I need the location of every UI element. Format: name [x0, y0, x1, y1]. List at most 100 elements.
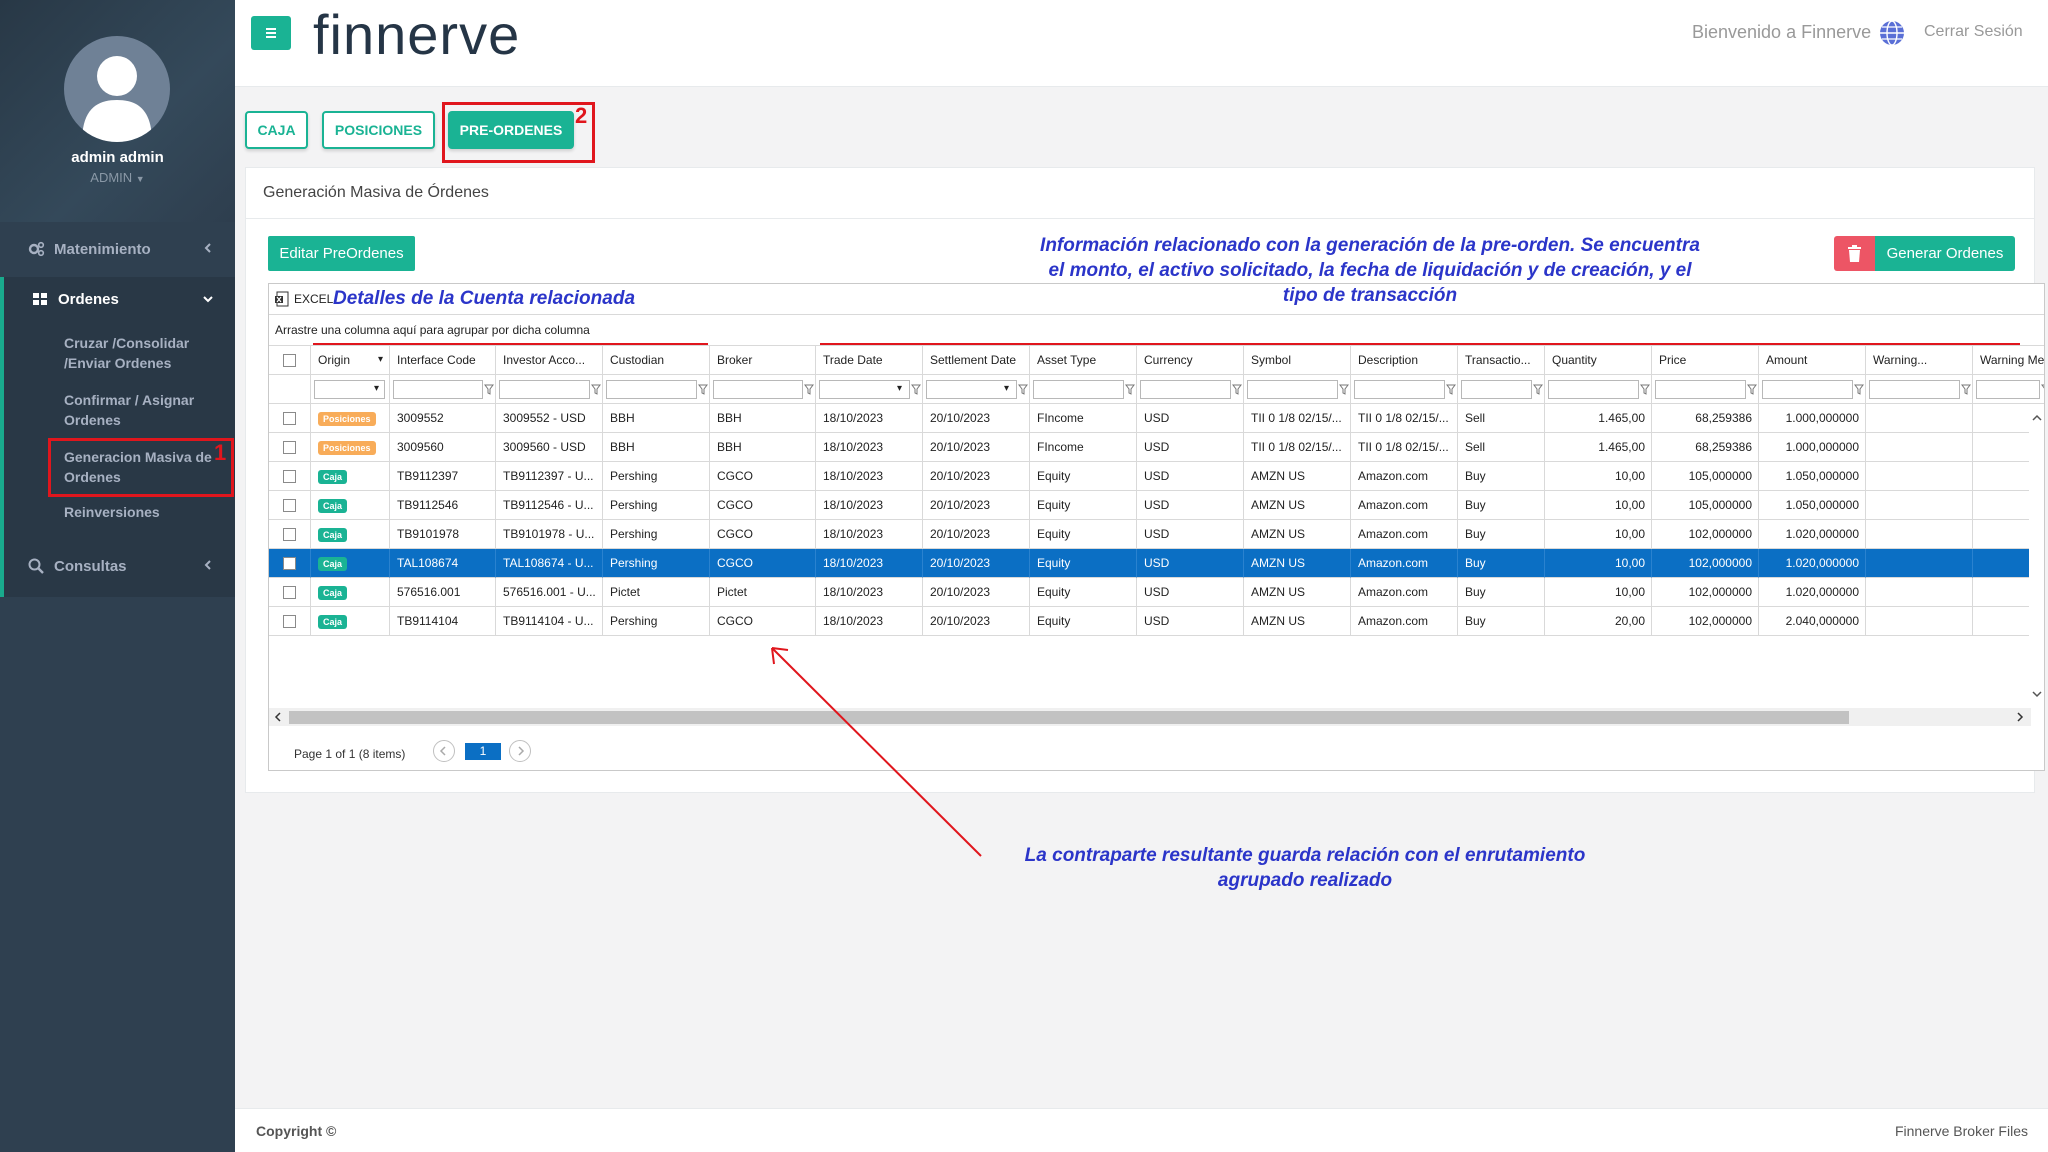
globe-icon[interactable]: [1878, 19, 1906, 47]
row-checkbox[interactable]: [283, 586, 296, 599]
column-filter-input[interactable]: [1655, 380, 1746, 399]
column-header[interactable]: Custodian: [603, 346, 710, 375]
cell-value: BBH: [717, 440, 742, 454]
grid-icon: [33, 293, 47, 305]
next-page-button[interactable]: [509, 740, 531, 762]
row-checkbox[interactable]: [283, 441, 296, 454]
column-filter-input[interactable]: [1762, 380, 1853, 399]
column-header[interactable]: Broker: [710, 346, 816, 375]
table-row[interactable]: Caja 576516.001 576516.001 - U... Pictet Pic…: [269, 578, 2044, 607]
table-row[interactable]: Caja TB9112397 TB9112397 - U... Pershing CGC…: [269, 462, 2044, 491]
table-row[interactable]: Caja TB9101978 TB9101978 - U... Pershing CGC…: [269, 520, 2044, 549]
filter-funnel-icon[interactable]: [911, 384, 921, 395]
cell-value: Equity: [1037, 469, 1071, 483]
filter-funnel-icon[interactable]: [1446, 384, 1456, 395]
filter-funnel-icon[interactable]: [1339, 384, 1349, 395]
sidebar-subitem-reinversiones[interactable]: Reinversiones: [64, 502, 224, 522]
column-header[interactable]: Trade Date: [816, 346, 923, 375]
column-filter-input[interactable]: [606, 380, 697, 399]
column-filter-input[interactable]: [713, 380, 803, 399]
cell-value: 3009560 - USD: [503, 440, 586, 454]
row-checkbox[interactable]: [283, 499, 296, 512]
row-checkbox[interactable]: [283, 528, 296, 541]
filter-funnel-icon[interactable]: [591, 384, 601, 395]
column-header[interactable]: Amount: [1759, 346, 1866, 375]
grid-cell-qty: 10,00: [1545, 549, 1652, 578]
column-header[interactable]: Warning Mess: [1973, 346, 2044, 375]
group-by-panel[interactable]: Arrastre una columna aquí para agrupar p…: [269, 314, 2044, 346]
filter-funnel-icon[interactable]: [1018, 384, 1028, 395]
column-header[interactable]: Transactio...: [1458, 346, 1545, 375]
column-filter-input[interactable]: [1033, 380, 1124, 399]
filter-funnel-icon[interactable]: [484, 384, 494, 395]
table-row[interactable]: Caja TAL108674 TAL108674 - U... Pershing CGC…: [269, 549, 2044, 578]
column-filter-input[interactable]: [1976, 380, 2040, 399]
delete-button[interactable]: [1834, 236, 1875, 271]
grid-cell-currency: USD: [1137, 462, 1244, 491]
filter-funnel-icon[interactable]: [1747, 384, 1757, 395]
column-header[interactable]: Description: [1351, 346, 1458, 375]
column-header[interactable]: Currency: [1137, 346, 1244, 375]
select-all-checkbox[interactable]: [283, 354, 296, 367]
grid-cell-interface: TB9112397: [390, 462, 496, 491]
column-header[interactable]: Symbol: [1244, 346, 1351, 375]
cell-value: TII 0 1/8 02/15/...: [1358, 411, 1449, 425]
table-row[interactable]: Caja TB9114104 TB9114104 - U... Pershing CGC…: [269, 607, 2044, 636]
user-role-dropdown[interactable]: ADMIN ▼: [0, 170, 235, 185]
sidebar-item-consultas[interactable]: Consultas: [0, 546, 235, 586]
filter-funnel-icon[interactable]: [1533, 384, 1543, 395]
column-filter-input[interactable]: [393, 380, 483, 399]
horizontal-scrollbar[interactable]: [269, 708, 2031, 726]
generate-orders-button[interactable]: Generar Ordenes: [1875, 236, 2015, 271]
column-header[interactable]: Warning...: [1866, 346, 1973, 375]
row-checkbox[interactable]: [283, 557, 296, 570]
column-header[interactable]: Interface Code: [390, 346, 496, 375]
filter-funnel-icon[interactable]: [1961, 384, 1971, 395]
row-checkbox[interactable]: [283, 615, 296, 628]
horizontal-scroll-thumb[interactable]: [289, 711, 1849, 724]
user-avatar[interactable]: [64, 36, 170, 142]
column-filter-input[interactable]: [1548, 380, 1639, 399]
filter-funnel-icon[interactable]: [804, 384, 814, 395]
table-row[interactable]: Posiciones 3009560 3009560 - USD BBH BBH 18/1…: [269, 433, 2044, 462]
filter-funnel-icon[interactable]: [698, 384, 708, 395]
column-filter-input[interactable]: [499, 380, 590, 399]
tab-posiciones[interactable]: POSICIONES: [322, 111, 435, 149]
menu-toggle-button[interactable]: [251, 16, 291, 50]
vertical-scrollbar[interactable]: [2029, 404, 2044, 708]
column-header-label: Description: [1358, 353, 1419, 367]
column-header-label: Custodian: [610, 353, 665, 367]
column-filter-input[interactable]: [1869, 380, 1960, 399]
column-filter-input[interactable]: [1247, 380, 1338, 399]
logout-link[interactable]: Cerrar Sesión: [1924, 23, 2023, 41]
sidebar-subitem-confirmar[interactable]: Confirmar / Asignar Ordenes: [64, 390, 224, 430]
sidebar-subitem-cruzar[interactable]: Cruzar /Consolidar /Enviar Ordenes: [64, 333, 224, 373]
filter-funnel-icon[interactable]: [2041, 384, 2045, 395]
row-checkbox[interactable]: [283, 412, 296, 425]
column-header[interactable]: Settlement Date: [923, 346, 1030, 375]
column-header[interactable]: Asset Type: [1030, 346, 1137, 375]
filter-funnel-icon[interactable]: [1854, 384, 1864, 395]
page-number-button[interactable]: 1: [465, 743, 501, 760]
sidebar-item-ordenes[interactable]: Ordenes: [4, 277, 235, 321]
column-header[interactable]: Investor Acco...: [496, 346, 603, 375]
column-filter-input[interactable]: [1461, 380, 1532, 399]
column-header[interactable]: Origin ▾: [311, 346, 390, 375]
sidebar-item-mantenimiento[interactable]: Matenimiento: [0, 229, 235, 269]
tab-caja[interactable]: CAJA: [245, 111, 308, 149]
filter-funnel-icon[interactable]: [1640, 384, 1650, 395]
table-row[interactable]: Caja TB9112546 TB9112546 - U... Pershing CGC…: [269, 491, 2044, 520]
row-select-cell: [269, 491, 311, 520]
prev-page-button[interactable]: [433, 740, 455, 762]
table-row[interactable]: Posiciones 3009552 3009552 - USD BBH BBH 18/1…: [269, 404, 2044, 433]
grid-cell-trade: 18/10/2023: [816, 462, 923, 491]
column-filter-input[interactable]: [1140, 380, 1231, 399]
column-header[interactable]: Price: [1652, 346, 1759, 375]
column-filter-input[interactable]: [1354, 380, 1445, 399]
column-header[interactable]: Quantity: [1545, 346, 1652, 375]
filter-funnel-icon[interactable]: [1232, 384, 1242, 395]
filter-funnel-icon[interactable]: [1125, 384, 1135, 395]
excel-export-button[interactable]: EXCEL: [275, 291, 333, 307]
edit-preorders-button[interactable]: Editar PreOrdenes: [268, 236, 415, 271]
row-checkbox[interactable]: [283, 470, 296, 483]
